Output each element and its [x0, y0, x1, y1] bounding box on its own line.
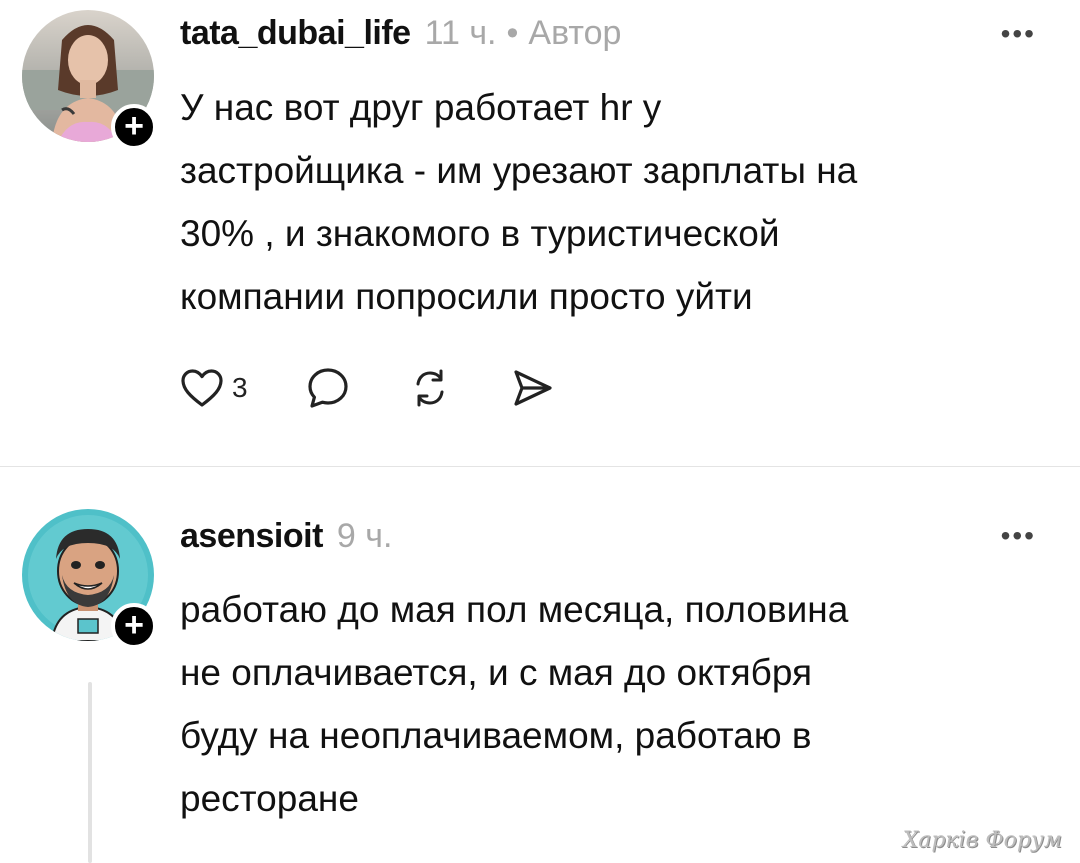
meta-separator: •	[506, 14, 519, 52]
share-button[interactable]	[510, 366, 554, 410]
action-bar: 3	[180, 364, 612, 412]
heart-icon	[181, 369, 223, 407]
follow-button[interactable]: +	[111, 603, 157, 649]
like-count: 3	[232, 372, 248, 403]
timestamp: 11 ч.	[424, 14, 497, 52]
thread-page: + tata_dubai_life 11 ч. • Автор ••• У на…	[0, 0, 1080, 863]
comment-header: tata_dubai_life 11 ч. • Автор	[180, 14, 621, 58]
follow-button[interactable]: +	[111, 104, 157, 150]
more-options-button[interactable]: •••	[1001, 18, 1036, 50]
comment-text: работаю до мая пол месяца, половина не о…	[180, 589, 849, 819]
username[interactable]: tata_dubai_life	[180, 14, 411, 53]
like-button[interactable]: 3	[180, 368, 248, 408]
comment-button[interactable]	[306, 366, 350, 410]
share-icon	[513, 370, 552, 406]
comment-text: У нас вот друг работает hr у застройщика…	[180, 87, 858, 317]
repost-button[interactable]	[408, 366, 452, 410]
watermark: Харків Форум	[902, 828, 1062, 853]
thread-line	[88, 682, 92, 863]
author-badge: Автор	[528, 14, 622, 52]
comment-header: asensioit 9 ч.	[180, 517, 392, 561]
username[interactable]: asensioit	[180, 517, 323, 556]
comment-icon	[307, 368, 348, 408]
timestamp: 9 ч.	[336, 517, 393, 555]
more-options-button[interactable]: •••	[1001, 520, 1036, 552]
repost-icon	[416, 369, 444, 407]
